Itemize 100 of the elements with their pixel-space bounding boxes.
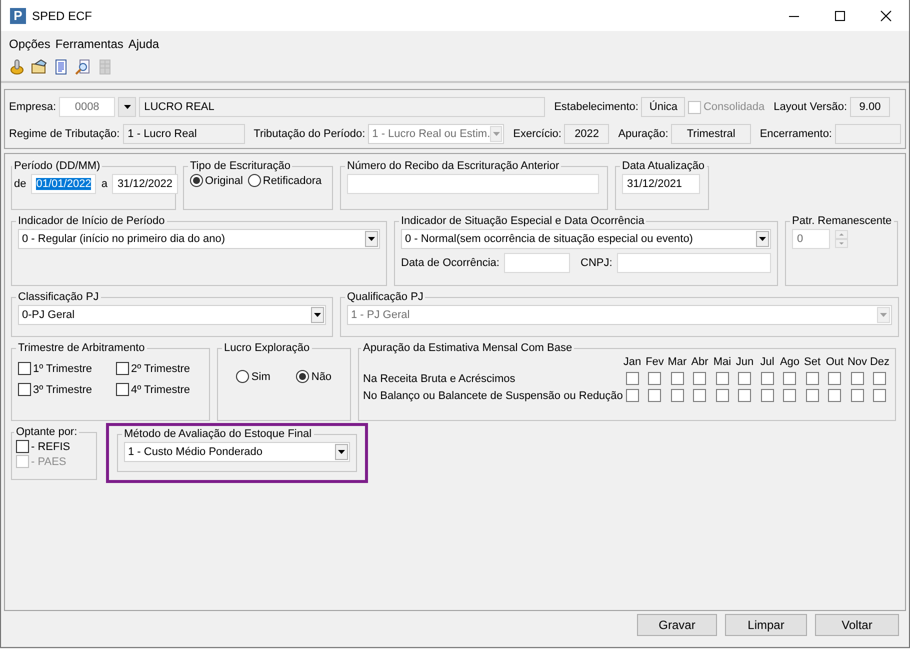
text-field[interactable] xyxy=(617,253,771,273)
text-field[interactable] xyxy=(835,124,901,144)
caret-icon xyxy=(314,313,321,317)
checkbox[interactable] xyxy=(783,372,796,385)
date-field[interactable]: 01/01/2022 xyxy=(31,174,96,194)
field-label: Regime de Tributação: xyxy=(9,128,120,140)
text-field[interactable] xyxy=(504,253,570,273)
field-label: Exercício: xyxy=(513,128,562,140)
group-title: Trimestre de Arbitramento xyxy=(17,342,146,354)
text-field[interactable]: 9.00 xyxy=(850,97,890,117)
checkbox[interactable]: 2º Trimestre xyxy=(116,362,206,375)
checkbox[interactable] xyxy=(873,389,886,402)
checkbox[interactable] xyxy=(626,389,639,402)
dropdown-field[interactable]: 0 - Regular (início no primeiro dia do ano) xyxy=(18,229,380,249)
checkbox[interactable] xyxy=(716,389,729,402)
checkbox[interactable]: - REFIS xyxy=(16,440,90,453)
radio-button[interactable]: Retificadora xyxy=(248,174,322,187)
dropdown-field[interactable]: 0 - Normal(sem ocorrência de situação especial ou evento) xyxy=(401,229,771,249)
month-label: Mai xyxy=(712,356,732,368)
menu-item[interactable]: Ajuda xyxy=(128,37,160,51)
field-label: CNPJ: xyxy=(580,257,612,269)
checkbox[interactable] xyxy=(626,372,639,385)
coins-icon[interactable] xyxy=(9,59,25,75)
radio-button[interactable]: Original xyxy=(190,174,243,187)
group-title: Número do Recibo da Escrituração Anterior xyxy=(346,160,560,172)
dropdown-field[interactable]: 1 - Custo Médio Ponderado xyxy=(124,442,350,462)
checkbox[interactable] xyxy=(670,389,684,402)
checkbox[interactable] xyxy=(716,372,729,385)
checkbox[interactable] xyxy=(828,372,842,385)
text-field[interactable]: 1 - Lucro Real xyxy=(122,124,245,144)
date-field[interactable]: 31/12/2021 xyxy=(622,174,700,194)
group-title: Período (DD/MM) xyxy=(13,160,102,172)
checkbox[interactable] xyxy=(873,372,886,385)
checkbox[interactable] xyxy=(693,372,706,385)
group-title: Tipo de Escrituração xyxy=(189,160,292,172)
field-label: Apuração: xyxy=(618,128,668,140)
checkbox[interactable]: 3º Trimestre xyxy=(18,383,116,396)
row-label: Na Receita Bruta e Acréscimos xyxy=(363,372,516,384)
document-icon[interactable] xyxy=(53,59,69,75)
checkbox[interactable]: 1º Trimestre xyxy=(18,362,116,375)
checkbox[interactable] xyxy=(806,372,819,385)
month-label: Jul xyxy=(759,356,776,368)
checkbox[interactable] xyxy=(670,372,684,385)
field-label: Layout Versão: xyxy=(774,101,848,113)
month-label: Mar xyxy=(666,356,688,368)
checkbox[interactable] xyxy=(738,389,752,402)
month-label: Out xyxy=(824,356,845,368)
dropdown-field[interactable]: 0-PJ Geral xyxy=(18,305,326,325)
caret-icon xyxy=(759,237,766,241)
checkbox[interactable]: 4º Trimestre xyxy=(116,383,206,396)
caret-icon xyxy=(880,313,887,317)
group-title: Lucro Exploração xyxy=(223,342,311,354)
caret-icon xyxy=(368,237,375,241)
dropdown-button[interactable] xyxy=(118,97,136,117)
menu-item[interactable]: Opções xyxy=(9,37,50,51)
checkbox[interactable] xyxy=(828,389,842,402)
checkbox[interactable] xyxy=(760,389,774,402)
text-field[interactable]: Única xyxy=(641,97,686,117)
month-label: Dez xyxy=(868,356,891,368)
field-label: a xyxy=(101,178,108,190)
checkbox[interactable] xyxy=(693,389,706,402)
caret-icon xyxy=(338,450,345,454)
field-label: de xyxy=(14,178,26,190)
group-title: Classificação PJ xyxy=(17,291,100,303)
checkbox[interactable] xyxy=(806,389,819,402)
radio-button[interactable]: Sim xyxy=(236,370,270,383)
month-label: Jan xyxy=(622,356,642,368)
checkbox[interactable] xyxy=(783,389,796,402)
magnifier-icon[interactable] xyxy=(75,59,91,75)
radio-button[interactable]: Não xyxy=(296,370,332,383)
checkbox[interactable] xyxy=(760,372,774,385)
text-field[interactable]: Trimestral xyxy=(671,124,751,144)
checkbox[interactable] xyxy=(738,372,752,385)
field-label: Empresa: xyxy=(9,101,56,113)
group-title: Indicador de Situação Especial e Data Ocorrência xyxy=(400,215,646,227)
checkbox[interactable] xyxy=(850,389,864,402)
window-title: SPED ECF xyxy=(32,8,92,22)
group-title: Data Atualização xyxy=(621,160,706,172)
field-label: Encerramento: xyxy=(760,128,832,140)
group-title: Optante por: xyxy=(15,426,78,438)
field-label: Data de Ocorrência: xyxy=(401,257,500,269)
menu-item[interactable]: Ferramentas xyxy=(55,37,124,51)
text-field[interactable] xyxy=(347,174,599,194)
text-field[interactable]: LUCRO REAL xyxy=(139,97,546,117)
action-button[interactable]: Limpar xyxy=(725,614,807,636)
checkbox[interactable] xyxy=(850,372,864,385)
month-label: Jun xyxy=(734,356,755,368)
action-button[interactable]: Gravar xyxy=(637,614,717,636)
folder-icon[interactable] xyxy=(31,59,47,75)
text-field[interactable]: 2022 xyxy=(564,124,610,144)
field-label: Estabelecimento: xyxy=(554,101,638,113)
group-title: Indicador de Início de Período xyxy=(17,215,166,227)
date-field[interactable]: 31/12/2022 xyxy=(112,174,178,194)
month-label: Ago xyxy=(778,356,801,368)
app-logo: P xyxy=(10,8,26,24)
checkbox[interactable] xyxy=(648,372,662,385)
action-button[interactable]: Voltar xyxy=(815,614,899,636)
group-title: Qualificação PJ xyxy=(346,291,424,303)
checkbox[interactable] xyxy=(648,389,662,402)
month-label: Fev xyxy=(644,356,665,368)
